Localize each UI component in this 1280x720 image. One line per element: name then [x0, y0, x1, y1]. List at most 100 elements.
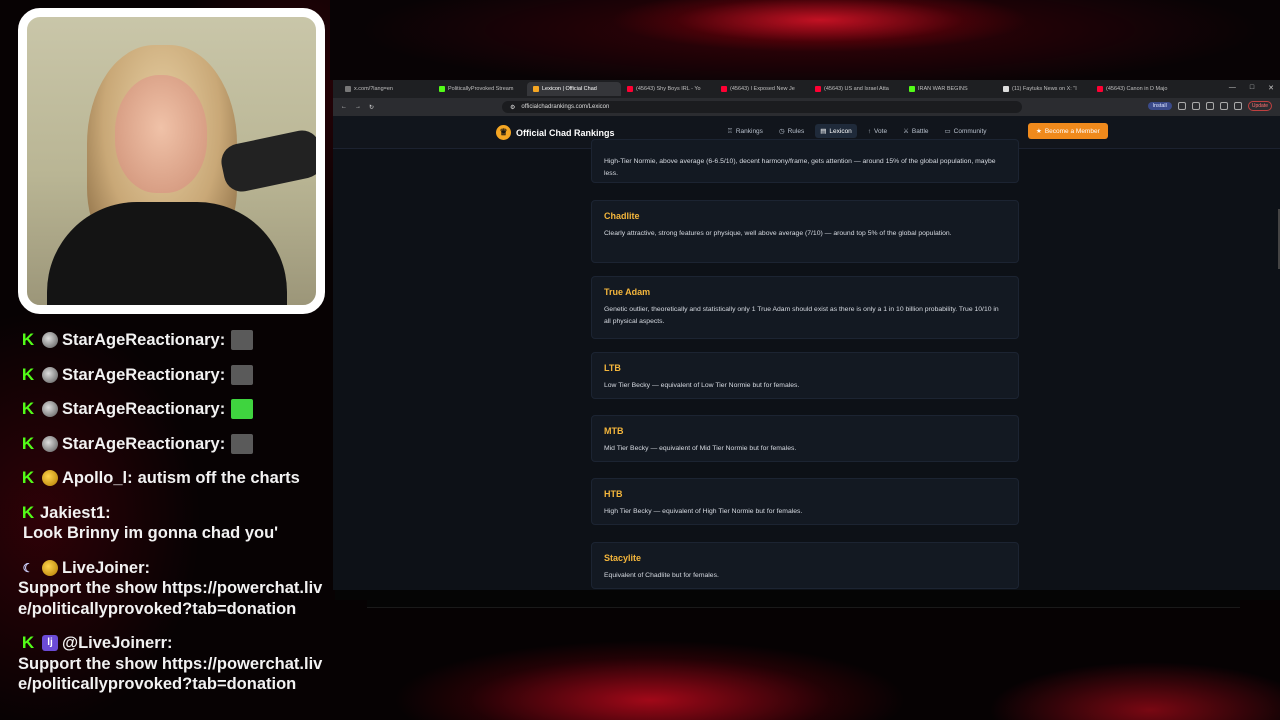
- chat-username[interactable]: StarAgeReactionary:: [62, 399, 225, 420]
- chat-username[interactable]: @LiveJoinerr:: [62, 633, 173, 654]
- bookmark-icon[interactable]: [1191, 102, 1200, 110]
- browser-tab[interactable]: (45643) Canon in D Majo: [1091, 82, 1185, 96]
- tab-favicon-icon: [1097, 86, 1103, 92]
- chat-emote-icon: [231, 330, 254, 350]
- nav-label: Rules: [787, 127, 805, 135]
- browser-tab[interactable]: (11) Faytuks News on X: "I: [997, 82, 1091, 96]
- url-text: officialchadrankings.com/Lexicon: [521, 104, 610, 110]
- chat-message: K StarAgeReactionary:: [18, 399, 328, 420]
- site-nav-links: ♖ Rankings ◷ Rules ▤ Lexicon ↑ Vote ⚔ Battle ▭ Comm…: [722, 124, 992, 138]
- maximize-icon[interactable]: □: [1250, 84, 1254, 92]
- user-badge-icon: [42, 366, 58, 383]
- address-bar[interactable]: ⚙ officialchadrankings.com/Lexicon: [502, 101, 1023, 113]
- tab-favicon-icon: [439, 86, 445, 92]
- minimize-icon[interactable]: —: [1229, 84, 1236, 92]
- user-badge-icon: [42, 435, 58, 452]
- share-icon[interactable]: [1177, 102, 1186, 110]
- kick-badge-icon: K: [21, 433, 35, 453]
- webcam-feed: [18, 8, 325, 314]
- nav-battle[interactable]: ⚔ Battle: [898, 124, 933, 138]
- chat-username[interactable]: StarAgeReactionary:: [62, 434, 225, 455]
- site-info-icon[interactable]: ⚙: [510, 104, 515, 111]
- kick-badge-icon: K: [21, 633, 35, 652]
- browser-tab[interactable]: (45643) US and Israel Atta: [809, 82, 903, 96]
- tab-favicon-icon: [345, 86, 351, 92]
- stream-overlay-bar: [367, 590, 1240, 608]
- become-member-button[interactable]: ★ Become a Member: [1028, 123, 1108, 139]
- reload-icon[interactable]: ↻: [369, 104, 374, 111]
- chat-icon: ▭: [944, 128, 951, 135]
- sidebar-icon[interactable]: [1219, 102, 1228, 110]
- browser-tab[interactable]: (45643) Shy Boys IRL - Yo: [621, 82, 715, 96]
- browser-tab[interactable]: PoliticallyProvoked Stream: [433, 82, 527, 96]
- swords-icon: ⚔: [903, 128, 909, 135]
- channel-badge-icon: lj: [42, 635, 58, 651]
- chat-username[interactable]: LiveJoiner:: [62, 558, 150, 579]
- nav-rankings[interactable]: ♖ Rankings: [722, 124, 768, 138]
- lexicon-content[interactable]: High-Tier Normie, above average (6-6.5/1…: [333, 139, 1280, 590]
- chat-username[interactable]: Jakiest1:: [40, 503, 111, 524]
- lexicon-definition: Clearly attractive, strong features or p…: [604, 230, 952, 237]
- lexicon-entry: True Adam Genetic outlier, theoretically …: [591, 276, 1019, 339]
- chat-message: K Jakiest1: Look Brinny im gonna chad you': [18, 503, 328, 544]
- lexicon-entry: HTB High Tier Becky — equivalent of High …: [591, 478, 1019, 525]
- subscriber-badge-icon: [42, 470, 58, 486]
- chat-text: autism off the charts: [137, 469, 300, 487]
- chat-username[interactable]: StarAgeReactionary:: [62, 330, 225, 351]
- update-button[interactable]: Update: [1247, 101, 1272, 111]
- close-icon[interactable]: ✕: [1268, 84, 1274, 92]
- nav-rules[interactable]: ◷ Rules: [774, 124, 809, 138]
- nav-label: Community: [953, 127, 987, 135]
- chat-text: Support the show https://powerchat.live/…: [18, 579, 323, 618]
- nav-lexicon[interactable]: ▤ Lexicon: [815, 124, 857, 138]
- site-brand[interactable]: ♕ Official Chad Rankings: [496, 125, 615, 140]
- tab-label: PoliticallyProvoked Stream: [448, 86, 514, 92]
- lexicon-definition: Genetic outlier, theoretically and stati…: [604, 306, 999, 325]
- nav-community[interactable]: ▭ Community: [940, 124, 992, 138]
- tab-label: (45643) Canon in D Majo: [1106, 86, 1168, 92]
- stream-background-top: [330, 0, 1280, 80]
- chat-username[interactable]: Apollo_l:: [62, 468, 133, 489]
- stream-background-bottom: [330, 600, 1280, 720]
- brand-name: Official Chad Rankings: [516, 127, 615, 138]
- tab-favicon-icon: [627, 86, 633, 92]
- chat-message: K StarAgeReactionary:: [18, 433, 328, 455]
- lexicon-term: HTB: [604, 489, 623, 499]
- browser-tab[interactable]: IRAN WAR BEGINS: [903, 82, 997, 96]
- webcam-person-face: [115, 75, 207, 193]
- chat-text: Look Brinny im gonna chad you': [23, 524, 279, 542]
- lexicon-entry: Stacylite Equivalent of Chadlite but for …: [591, 542, 1019, 589]
- chat-emote-icon: [231, 364, 254, 385]
- install-button[interactable]: Install: [1147, 102, 1172, 110]
- tab-label: IRAN WAR BEGINS: [918, 86, 968, 92]
- page-scrollbar[interactable]: [1276, 149, 1280, 590]
- subscriber-badge-icon: [42, 559, 58, 576]
- extensions-icon[interactable]: [1205, 102, 1214, 110]
- chat-message: K StarAgeReactionary:: [18, 330, 328, 351]
- user-plus-icon: ★: [1036, 128, 1042, 135]
- tab-favicon-icon: [721, 86, 727, 92]
- user-badge-icon: [42, 332, 58, 348]
- chat-username[interactable]: StarAgeReactionary:: [62, 365, 225, 386]
- lexicon-entry: MTB Mid Tier Becky — equivalent of Mid Ti…: [591, 415, 1019, 462]
- profile-icon[interactable]: [1233, 102, 1242, 110]
- browser-tab[interactable]: (45643) I Exposed New Je: [715, 82, 809, 96]
- back-icon[interactable]: ←: [341, 104, 347, 110]
- lexicon-term: Chadlite: [604, 211, 640, 221]
- trophy-icon: ♖: [727, 128, 733, 135]
- nav-label: Rankings: [735, 127, 763, 135]
- moon-badge-icon: ☾: [22, 560, 34, 575]
- toolbar-actions: Install Update: [1147, 101, 1272, 111]
- tab-label: (45643) Shy Boys IRL - Yo: [636, 86, 701, 92]
- browser-tab[interactable]: x.com/?lang=en: [339, 82, 433, 96]
- stream-chat: K StarAgeReactionary: K StarAgeReactionary:…: [18, 330, 328, 709]
- chat-text: Support the show https://powerchat.live/…: [18, 654, 323, 694]
- nav-label: Lexicon: [829, 127, 852, 135]
- nav-vote[interactable]: ↑ Vote: [863, 124, 892, 138]
- nav-label: Vote: [874, 127, 888, 135]
- lexicon-entry: High-Tier Normie, above average (6-6.5/1…: [591, 139, 1019, 183]
- chat-emote-icon: [231, 433, 254, 454]
- browser-tab[interactable]: Lexicon | Official Chad: [527, 82, 621, 96]
- forward-icon[interactable]: →: [355, 104, 361, 110]
- tab-label: (45643) US and Israel Atta: [824, 86, 889, 92]
